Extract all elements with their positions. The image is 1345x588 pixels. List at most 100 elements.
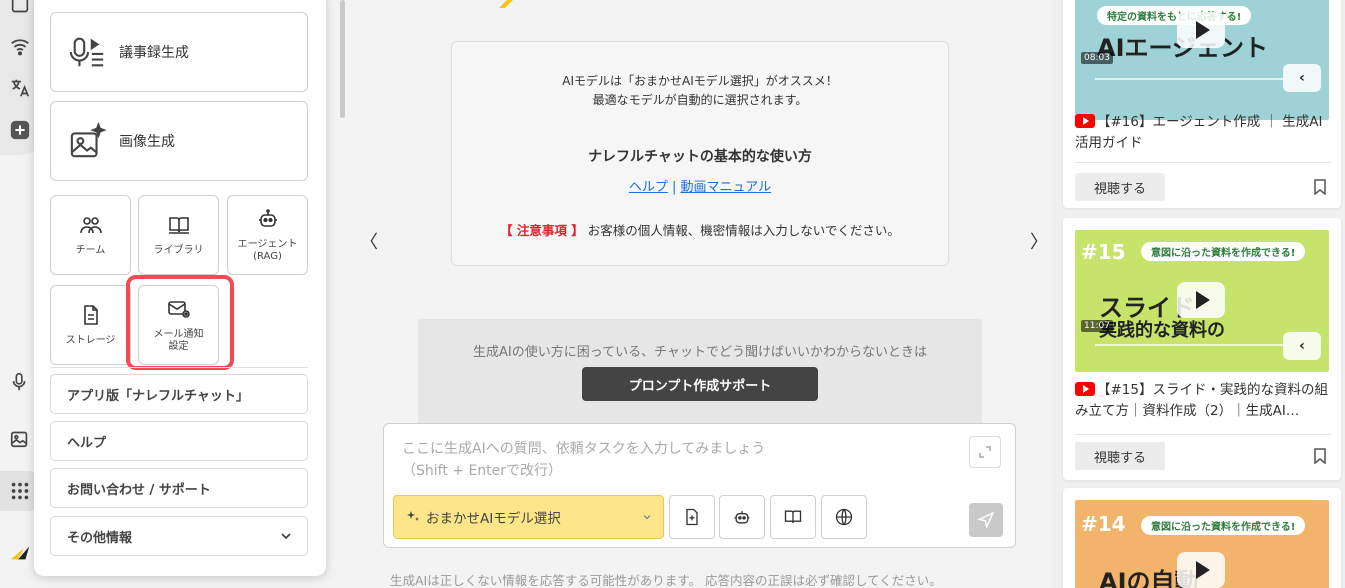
library-label: ライブラリ xyxy=(153,245,204,256)
video-title-text: 【#15】スライド・実践的な資料の組み立て方｜資料作成（2）｜生成AI… xyxy=(1075,382,1328,419)
video-duration: 08:03 xyxy=(1081,52,1113,64)
youtube-icon xyxy=(1075,382,1095,396)
help-button[interactable]: ヘルプ xyxy=(50,421,308,461)
storage-label: ストレージ xyxy=(65,335,116,346)
minutes-generation-label: 議事録生成 xyxy=(119,45,189,61)
image-sparkle-icon xyxy=(70,122,107,158)
globe-icon xyxy=(835,508,853,526)
contact-support-button[interactable]: お問い合わせ / サポート xyxy=(50,468,308,508)
video-thumbnail[interactable]: 特定の資料をもとに応答する! AIエージェント 08:03 ‹ xyxy=(1075,0,1329,120)
card-divider xyxy=(1075,162,1331,163)
chevron-down-icon xyxy=(643,515,651,520)
book-icon xyxy=(168,217,189,234)
bookmark-icon[interactable] xyxy=(1313,179,1327,195)
chevron-down-icon xyxy=(281,533,291,540)
watch-button[interactable]: 視聴する xyxy=(1075,173,1165,201)
expand-input-button[interactable] xyxy=(969,436,1001,468)
web-search-button[interactable] xyxy=(821,495,867,539)
menu-scrollbar[interactable] xyxy=(340,0,345,118)
thumbnail-banner: 特定の資料をもとに応答する! xyxy=(1097,6,1252,25)
thumbnail-banner: 意図に沿った資料を作成できる! xyxy=(1141,516,1306,535)
apps-menu-popup: 議事録生成 画像生成 チーム ライブラリ エージェント (RAG) ストレージ … xyxy=(34,0,326,576)
book-icon xyxy=(784,510,802,523)
team-icon xyxy=(79,217,102,234)
wifi-icon[interactable] xyxy=(8,34,32,58)
app-root: 議事録生成 画像生成 チーム ライブラリ エージェント (RAG) ストレージ … xyxy=(0,0,1345,588)
card-divider xyxy=(1075,434,1331,435)
prompt-support-box: 生成AIの使い方に困っている、チャットでどう聞けばいいかわからないときは プロン… xyxy=(418,319,982,424)
video-card-14: #14 意図に沿った資料を作成できる! AIの自動 xyxy=(1063,488,1341,588)
video-title[interactable]: 【#15】スライド・実践的な資料の組み立て方｜資料作成（2）｜生成AI… xyxy=(1075,380,1331,422)
chat-input-placeholder[interactable]: ここに生成AIへの質問、依頼タスクを入力してみましょう （Shift + Ent… xyxy=(402,438,765,483)
image-icon[interactable] xyxy=(8,426,32,450)
document-icon xyxy=(83,305,98,325)
video-thumbnail[interactable]: #14 意図に沿った資料を作成できる! AIの自動 xyxy=(1075,500,1329,588)
info-links: ヘルプ | 動画マニュアル xyxy=(452,176,948,195)
team-tile[interactable]: チーム xyxy=(50,195,131,275)
agent-rag-label: エージェント (RAG) xyxy=(237,239,298,262)
thumbnail-episode: #15 xyxy=(1081,240,1126,264)
other-info-button[interactable]: その他情報 xyxy=(50,516,308,556)
video-card-15: #15 意図に沿った資料を作成できる! スライド 実践的な資料の 11:07 ‹… xyxy=(1063,218,1341,480)
minutes-generation-button[interactable]: 議事録生成 xyxy=(50,12,308,92)
prompt-support-button[interactable]: プロンプト作成サポート xyxy=(582,367,818,401)
notice-label: 【 注意事項 】 xyxy=(500,223,584,238)
play-button[interactable] xyxy=(1177,552,1225,588)
app-version-button[interactable]: アプリ版「ナレフルチャット」 xyxy=(50,374,308,414)
youtube-icon xyxy=(1075,114,1095,128)
mic-icon[interactable] xyxy=(8,370,32,394)
video-seekbar[interactable] xyxy=(1095,78,1285,80)
video-seekbar[interactable] xyxy=(1095,344,1285,346)
bookmark-icon[interactable] xyxy=(1313,448,1327,464)
info-recommend-text: AIモデルは「おまかせAIモデル選択」がオススメ！ xyxy=(562,74,838,88)
video-thumbnail[interactable]: #15 意図に沿った資料を作成できる! スライド 実践的な資料の 11:07 ‹ xyxy=(1075,230,1329,372)
team-label: チーム xyxy=(75,245,106,256)
expand-icon xyxy=(979,446,991,458)
watch-button[interactable]: 視聴する xyxy=(1075,442,1165,470)
model-select-dropdown[interactable]: おまかせAIモデル選択 xyxy=(393,495,664,539)
info-auto-select-text: 最適なモデルが自動的に選択されます。 xyxy=(592,93,808,107)
send-button[interactable] xyxy=(969,503,1003,537)
sparkle-icon xyxy=(407,511,419,521)
image-generation-button[interactable]: 画像生成 xyxy=(50,101,308,181)
help-link[interactable]: ヘルプ xyxy=(629,180,668,195)
video-duration: 11:07 xyxy=(1081,320,1113,332)
usage-info-card: AIモデルは「おまかせAIモデル選択」がオススメ！ 最適なモデルが自動的に選択さ… xyxy=(451,41,949,266)
notice-text: 【 注意事項 】 お客様の個人情報、機密情報は入力しないでください。 xyxy=(452,220,948,239)
other-info-label: その他情報 xyxy=(67,530,133,546)
notice-body: お客様の個人情報、機密情報は入力しないでください。 xyxy=(583,223,900,238)
storage-tile[interactable]: ストレージ xyxy=(50,285,131,365)
file-add-icon xyxy=(686,508,698,526)
placeholder-line-2: （Shift + Enterで改行） xyxy=(402,463,563,480)
highlight-annotation-box xyxy=(126,275,234,370)
thumbnail-subtitle: 実践的な資料の xyxy=(1099,320,1225,341)
link-separator: | xyxy=(667,180,681,195)
video-manual-link[interactable]: 動画マニュアル xyxy=(681,180,772,195)
thumbnail-nav-button[interactable]: ‹ xyxy=(1283,332,1321,360)
video-title[interactable]: 【#16】エージェント作成 ｜ 生成AI活用ガイド xyxy=(1075,112,1331,154)
translate-icon[interactable] xyxy=(8,76,32,100)
apps-grid-icon[interactable] xyxy=(8,479,32,503)
chat-history-icon[interactable] xyxy=(8,0,32,18)
carousel-prev-button[interactable]: 〈 xyxy=(360,228,378,254)
library-button[interactable] xyxy=(770,495,816,539)
add-icon[interactable] xyxy=(8,118,32,142)
video-title-text: 【#16】エージェント作成 ｜ 生成AI活用ガイド xyxy=(1075,114,1323,151)
model-select-label: おまかせAIモデル選択 xyxy=(426,511,561,527)
thumbnail-episode: #14 xyxy=(1081,512,1126,536)
thumbnail-nav-button[interactable]: ‹ xyxy=(1283,64,1321,92)
attach-file-button[interactable] xyxy=(669,495,715,539)
brand-logo-icon xyxy=(8,540,32,564)
robot-icon xyxy=(258,209,277,227)
video-card-16: 特定の資料をもとに応答する! AIエージェント 08:03 ‹ 【#16】エージ… xyxy=(1063,0,1341,208)
chat-input-box[interactable]: ここに生成AIへの質問、依頼タスクを入力してみましょう （Shift + Ent… xyxy=(383,423,1016,548)
play-button[interactable] xyxy=(1177,12,1225,48)
disclaimer-text: 生成AIは正しくない情報を応答する可能性があります。 応答内容の正誤は必ず確認し… xyxy=(390,573,942,588)
carousel-next-button[interactable]: 〉 xyxy=(1030,228,1048,254)
play-button[interactable] xyxy=(1177,282,1225,318)
agent-button[interactable] xyxy=(719,495,765,539)
prompt-support-text: 生成AIの使い方に困っている、チャットでどう聞けばいいかわからないときは xyxy=(473,345,927,360)
agent-rag-tile[interactable]: エージェント (RAG) xyxy=(227,195,308,275)
library-tile[interactable]: ライブラリ xyxy=(138,195,219,275)
robot-icon xyxy=(734,511,750,524)
